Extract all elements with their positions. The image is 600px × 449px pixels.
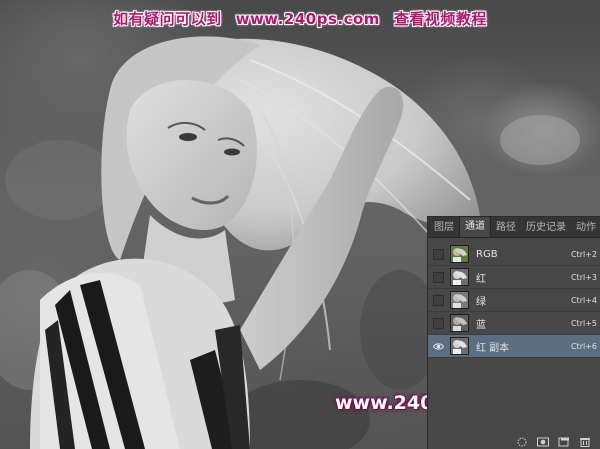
watermark-suffix: 查看视频教程 <box>393 10 487 28</box>
channel-name: 红 副本 <box>476 342 510 354</box>
tab-actions[interactable]: 动作 <box>571 218 600 237</box>
channel-thumbnail-red <box>450 268 469 286</box>
channel-thumbnail-green <box>450 291 469 309</box>
tab-history[interactable]: 历史记录 <box>521 218 571 237</box>
tab-layers[interactable]: 图层 <box>429 218 459 237</box>
channel-shortcut: Ctrl+2 <box>570 249 597 259</box>
channel-list: RGB Ctrl+2 红 Ctrl+3 绿 Ctrl+4 蓝 Ctrl+5 红 … <box>428 243 600 358</box>
channel-name: 红 <box>476 273 486 285</box>
visibility-toggle[interactable] <box>433 248 444 260</box>
watermark-url: www.240ps.com <box>235 10 380 28</box>
channel-shortcut: Ctrl+6 <box>570 341 597 351</box>
panel-footer <box>428 434 600 449</box>
channel-name: RGB <box>476 248 498 260</box>
channel-thumbnail-blue <box>450 314 469 332</box>
channel-name: 绿 <box>476 296 486 308</box>
watermark-prefix: 如有疑问可以到 <box>113 10 222 28</box>
visibility-toggle[interactable] <box>433 317 444 329</box>
channel-row-blue[interactable]: 蓝 Ctrl+5 <box>428 312 600 335</box>
panel-tabs: 图层 通道 路径 历史记录 动作 <box>428 216 600 238</box>
tab-channels[interactable]: 通道 <box>459 216 491 237</box>
channel-shortcut: Ctrl+3 <box>570 272 597 282</box>
channel-thumbnail-rgb <box>450 245 469 263</box>
new-channel-icon[interactable] <box>558 437 570 447</box>
eye-icon[interactable] <box>433 341 444 352</box>
visibility-toggle[interactable] <box>433 294 444 306</box>
delete-channel-icon[interactable] <box>579 437 591 447</box>
channel-row-rgb[interactable]: RGB Ctrl+2 <box>428 243 600 266</box>
channel-row-green[interactable]: 绿 Ctrl+4 <box>428 289 600 312</box>
channel-name: 蓝 <box>476 319 486 331</box>
channel-row-red[interactable]: 红 Ctrl+3 <box>428 266 600 289</box>
load-selection-icon[interactable] <box>516 437 528 447</box>
visibility-toggle[interactable] <box>433 271 444 283</box>
channel-thumbnail-red-copy <box>450 337 469 355</box>
watermark-banner: 如有疑问可以到 www.240ps.com 查看视频教程 <box>0 8 600 29</box>
channels-panel: 图层 通道 路径 历史记录 动作 RGB Ctrl+2 红 Ctrl+3 绿 C… <box>427 216 600 449</box>
save-selection-icon[interactable] <box>537 437 549 447</box>
channel-shortcut: Ctrl+5 <box>570 318 597 328</box>
channel-row-red-copy[interactable]: 红 副本 Ctrl+6 <box>428 335 600 358</box>
channel-shortcut: Ctrl+4 <box>570 295 597 305</box>
tab-paths[interactable]: 路径 <box>491 218 521 237</box>
